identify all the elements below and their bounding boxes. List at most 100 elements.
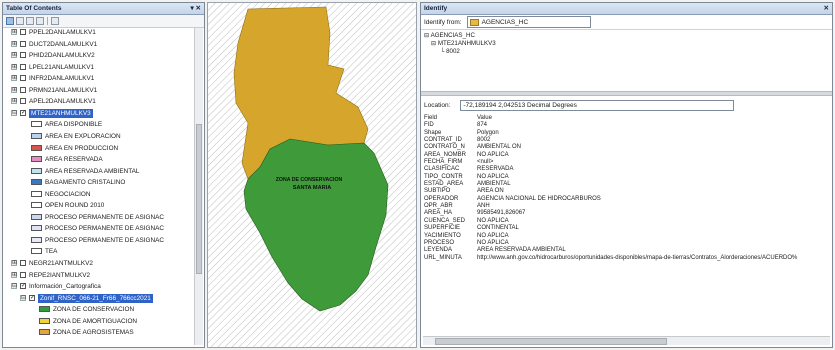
attribute-row[interactable]: CLASIFICAC RESERVADA — [424, 166, 829, 173]
attribute-row[interactable]: OPERADOR AGENCIA NACIONAL DE HIDROCARBURO… — [424, 196, 829, 203]
toc-vertical-scrollbar[interactable] — [194, 28, 203, 345]
toc-titlebar: Table Of Contents ▾ ✕ — [3, 3, 204, 15]
layer-visibility-checkbox[interactable] — [20, 98, 26, 105]
expand-toggle-icon[interactable]: ⊟ — [11, 109, 17, 116]
layer-visibility-checkbox[interactable] — [20, 63, 26, 70]
expand-toggle-icon[interactable]: ⊞ — [11, 75, 17, 82]
list-by-source-icon[interactable] — [16, 17, 24, 25]
expand-toggle-icon[interactable]: ⊞ — [11, 271, 17, 278]
tree-node-root[interactable]: ⊟ AGENCIAS_HC — [424, 32, 496, 40]
legend-swatch — [31, 225, 42, 232]
toc-row-label: INFR2DANLAMULKV1 — [29, 75, 95, 83]
layer-visibility-checkbox[interactable] — [20, 271, 26, 278]
attribute-value: RESERVADA — [477, 166, 514, 173]
expand-toggle-icon[interactable]: ⊟ — [20, 294, 26, 301]
identify-from-label: Identify from: — [424, 18, 462, 26]
attribute-value: AGENCIA NACIONAL DE HIDROCARBUROS — [477, 195, 601, 202]
attribute-field: OPERADOR — [424, 195, 459, 202]
toc-row-label: Información_Cartografica — [29, 283, 101, 291]
layer-visibility-checkbox[interactable]: ✓ — [20, 283, 26, 290]
list-by-drawing-order-icon[interactable] — [6, 17, 14, 25]
layer-visibility-checkbox[interactable] — [20, 86, 26, 93]
attribute-row[interactable]: FECHA_FIRM <null> — [424, 159, 829, 166]
toc-row-label: TEA — [45, 248, 58, 256]
toc-row-label: PRMN21ANLAMULKV1 — [29, 86, 98, 94]
identify-titlebar: Identify ✕ — [421, 3, 832, 15]
expand-toggle-icon[interactable]: ⊞ — [11, 40, 17, 47]
attribute-value: NO APLICA — [477, 173, 509, 180]
layer-visibility-checkbox[interactable] — [20, 260, 26, 266]
attribute-row[interactable]: LEYENDA AREA RESERVADA AMBIENTAL — [424, 247, 829, 254]
attribute-row[interactable]: SUBTIPO AREA ON — [424, 188, 829, 195]
toc-row-label: ZONA DE AMORTIGUACION — [53, 317, 138, 325]
attribute-row[interactable]: FID 874 — [424, 122, 829, 129]
location-row: Location: -72,189194 2,042513 Decimal De… — [424, 100, 735, 111]
attribute-row[interactable]: CONTRATO_N AMBIENTAL ON — [424, 144, 829, 151]
layer-visibility-checkbox[interactable]: ✓ — [29, 294, 35, 301]
layer-visibility-checkbox[interactable] — [20, 29, 26, 35]
attribute-field: Shape — [424, 129, 442, 136]
attribute-field: SUBTIPO — [424, 188, 451, 195]
expand-toggle-icon[interactable]: ⊟ — [11, 283, 17, 290]
attribute-row[interactable]: AREA_NOMBR NO APLICA — [424, 152, 829, 159]
attribute-row[interactable]: PROCESO NO APLICA — [424, 240, 829, 247]
toc-row-label: DUCT2DANLAMULKV1 — [29, 40, 98, 48]
identify-splitter[interactable] — [421, 91, 832, 96]
attribute-field: LEYENDA — [424, 247, 453, 254]
expand-toggle-icon[interactable]: ⊞ — [11, 63, 17, 70]
attribute-field: OPR_ABR — [424, 203, 453, 210]
expand-toggle-icon[interactable]: ⊞ — [11, 98, 17, 105]
attribute-field: CLASIFICAC — [424, 166, 460, 173]
toc-row-label: NEGR21ANTMULKV2 — [29, 260, 93, 267]
attribute-row[interactable]: AREA_HA 99585491,826067 — [424, 210, 829, 217]
attribute-row[interactable]: Shape Polygon — [424, 130, 829, 137]
legend-swatch — [39, 317, 50, 324]
layer-visibility-checkbox[interactable] — [20, 75, 26, 82]
legend-swatch — [31, 144, 42, 151]
list-by-selection-icon[interactable] — [36, 17, 44, 25]
attribute-row[interactable]: TIPO_CONTR NO APLICA — [424, 174, 829, 181]
identify-scroll-thumb[interactable] — [435, 338, 667, 345]
list-by-visibility-icon[interactable] — [26, 17, 34, 25]
attribute-row[interactable]: OPR_ABR ANH — [424, 203, 829, 210]
toc-row-label: PROCESO PERMANENTE DE ASIGNAC — [45, 225, 164, 233]
expand-toggle-icon[interactable]: ⊞ — [11, 52, 17, 59]
attribute-row[interactable]: CONTRAT_ID 8002 — [424, 137, 829, 144]
attribute-row[interactable]: YACIMIENTO NO APLICA — [424, 233, 829, 240]
attribute-row[interactable]: SUPERFICIE CONTINENTAL — [424, 225, 829, 232]
toc-row-label: AREA EN EXPLORACION — [45, 132, 121, 140]
attribute-row[interactable]: URL_MINUTA http://www.anh.gov.co/hidrocar… — [424, 255, 829, 262]
legend-swatch — [39, 306, 50, 313]
attribute-row[interactable]: ESTAD_AREA AMBIENTAL — [424, 181, 829, 188]
toc-row-label: AREA RESERVADA — [45, 156, 103, 164]
layer-visibility-checkbox[interactable] — [20, 40, 26, 47]
toc-scroll-thumb[interactable] — [196, 124, 202, 274]
toc-row-label: PHID2DANLAMULKV2 — [29, 52, 95, 60]
legend-swatch — [31, 202, 42, 209]
map-view[interactable]: ZONA DE CONSERVACION SANTA MARIA — [207, 2, 417, 348]
expand-toggle-icon[interactable]: ⊞ — [11, 29, 17, 35]
layer-visibility-checkbox[interactable]: ✓ — [20, 109, 26, 116]
toc-toolbar — [3, 15, 204, 28]
attribute-value: AMBIENTAL — [477, 181, 511, 188]
identify-horizontal-scrollbar[interactable] — [423, 336, 830, 345]
attribute-row[interactable]: Field Value — [424, 115, 829, 122]
layer-visibility-checkbox[interactable] — [20, 52, 26, 59]
toc-title: Table Of Contents — [6, 5, 62, 12]
attribute-row[interactable]: CUENCA_SED NO APLICA — [424, 218, 829, 225]
toc-row-label: AREA EN PRODUCCION — [45, 144, 119, 152]
map-canvas[interactable]: ZONA DE CONSERVACION SANTA MARIA — [208, 3, 417, 348]
options-icon[interactable] — [51, 17, 59, 25]
attribute-field: ESTAD_AREA — [424, 181, 464, 188]
toc-window-controls[interactable]: ▾ ✕ — [190, 3, 201, 14]
toc-row-label: ZONA DE AGROSISTEMAS — [53, 329, 134, 337]
identify-close-icon[interactable]: ✕ — [824, 3, 829, 14]
tree-node-feature[interactable]: └ 8002 — [424, 48, 496, 56]
attribute-value: NO APLICA — [477, 239, 509, 246]
expand-toggle-icon[interactable]: ⊞ — [11, 86, 17, 93]
attribute-value: 874 — [477, 122, 488, 129]
tree-node-layer[interactable]: ⊟ MTE21ANHMULKV3 — [424, 40, 496, 48]
tree-node-root-label: AGENCIAS_HC — [430, 32, 475, 39]
expand-toggle-icon[interactable]: ⊞ — [11, 260, 17, 266]
identify-from-dropdown[interactable]: AGENCIAS_HC — [466, 16, 591, 28]
